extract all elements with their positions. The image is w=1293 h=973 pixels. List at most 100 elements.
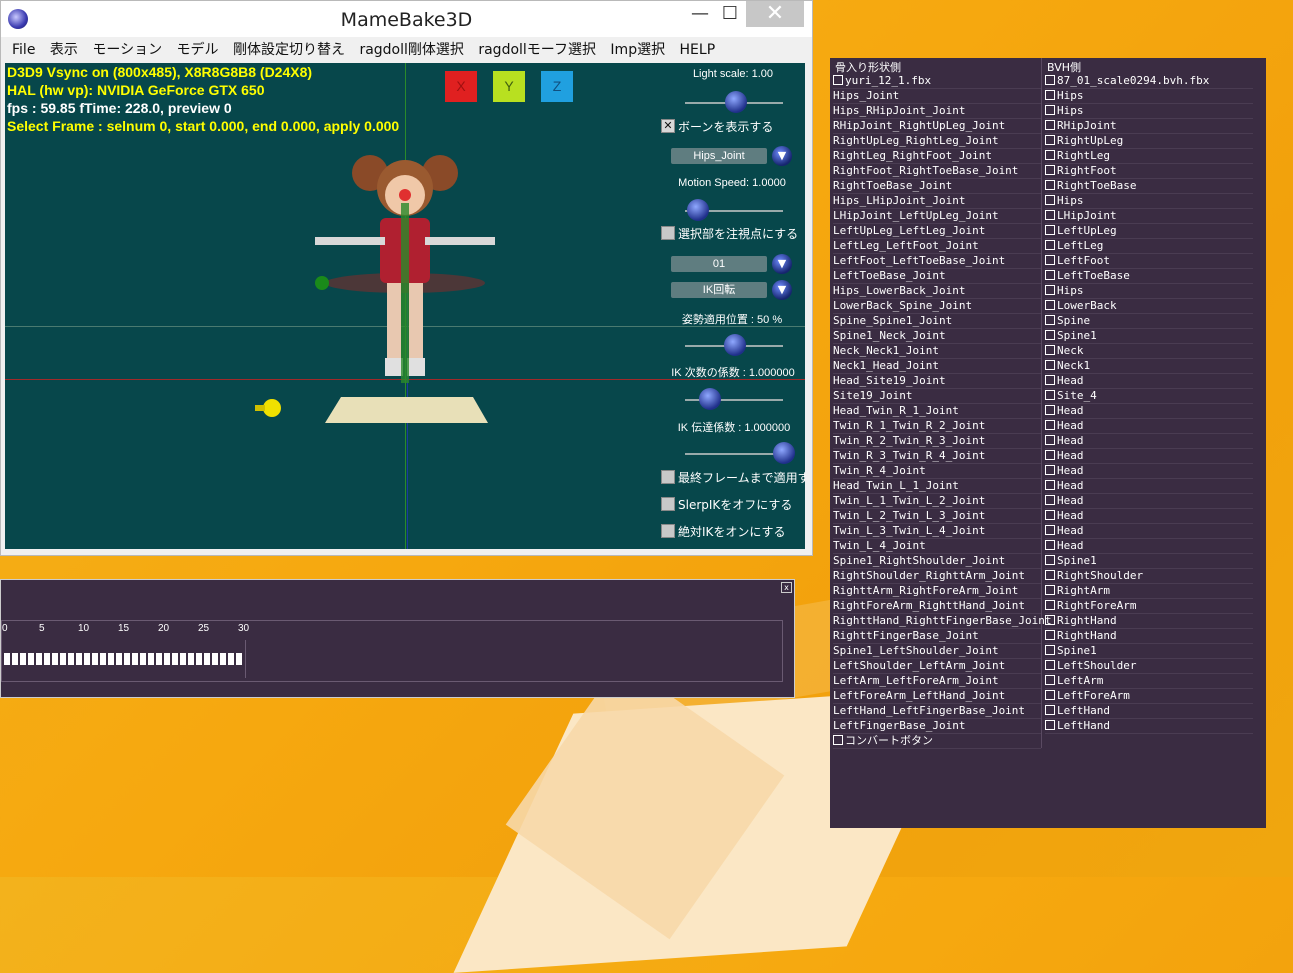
left-bone-item[interactable]: Twin_R_2_Twin_R_3_Joint: [833, 433, 1041, 449]
left-bone-item[interactable]: RighttArm_RightForeArm_Joint: [833, 583, 1041, 599]
row-checkbox[interactable]: [1045, 120, 1055, 130]
row-checkbox[interactable]: [1045, 420, 1055, 430]
right-bone-item[interactable]: RightLeg: [1045, 148, 1253, 164]
right-bone-item[interactable]: RHipJoint: [1045, 118, 1253, 134]
left-bone-item[interactable]: RHipJoint_RightUpLeg_Joint: [833, 118, 1041, 134]
axis-z-button[interactable]: Z: [541, 71, 573, 102]
row-checkbox[interactable]: [833, 75, 843, 85]
right-bone-item[interactable]: RightToeBase: [1045, 178, 1253, 194]
right-bone-item[interactable]: Head: [1045, 493, 1253, 509]
left-bone-item[interactable]: RighttHand_RighttFingerBase_Joint: [833, 613, 1052, 629]
right-bone-item[interactable]: Head: [1045, 463, 1253, 479]
right-bone-item[interactable]: Hips: [1045, 283, 1253, 299]
right-bone-item[interactable]: Head: [1045, 448, 1253, 464]
row-checkbox[interactable]: [1045, 660, 1055, 670]
right-bone-item[interactable]: RightForeArm: [1045, 598, 1253, 614]
left-bone-item[interactable]: LowerBack_Spine_Joint: [833, 298, 1041, 314]
light-scale-slider[interactable]: [725, 91, 747, 113]
row-checkbox[interactable]: [1045, 450, 1055, 460]
absolute-ik-checkbox[interactable]: [661, 524, 675, 538]
menu-motion[interactable]: モーション: [92, 39, 162, 61]
right-bone-item[interactable]: Head: [1045, 523, 1253, 539]
row-checkbox[interactable]: [1045, 225, 1055, 235]
right-bone-item[interactable]: RightArm: [1045, 583, 1253, 599]
row-checkbox[interactable]: [1045, 330, 1055, 340]
right-bone-item[interactable]: Head: [1045, 478, 1253, 494]
right-bone-item[interactable]: Head: [1045, 418, 1253, 434]
left-bone-item[interactable]: Hips_LHipJoint_Joint: [833, 193, 1041, 209]
left-bone-item[interactable]: RightForeArm_RighttHand_Joint: [833, 598, 1041, 614]
right-bone-item[interactable]: RightHand: [1045, 628, 1253, 644]
ik-mode-dropdown[interactable]: IK回転: [671, 282, 767, 298]
row-checkbox[interactable]: [1045, 345, 1055, 355]
row-checkbox[interactable]: [1045, 210, 1055, 220]
row-checkbox[interactable]: [1045, 360, 1055, 370]
right-bone-item[interactable]: LeftShoulder: [1045, 658, 1253, 674]
left-bone-item[interactable]: Hips_Joint: [833, 88, 1041, 104]
row-checkbox[interactable]: [1045, 435, 1055, 445]
left-bone-item[interactable]: LeftForeArm_LeftHand_Joint: [833, 688, 1041, 704]
row-checkbox[interactable]: [1045, 180, 1055, 190]
right-bone-item[interactable]: RightFoot: [1045, 163, 1253, 179]
right-bone-item[interactable]: Neck: [1045, 343, 1253, 359]
row-checkbox[interactable]: [1045, 645, 1055, 655]
row-checkbox[interactable]: [1045, 240, 1055, 250]
right-bone-item[interactable]: LeftUpLeg: [1045, 223, 1253, 239]
row-checkbox[interactable]: [1045, 690, 1055, 700]
left-bone-item[interactable]: RightFoot_RightToeBase_Joint: [833, 163, 1041, 179]
row-checkbox[interactable]: [1045, 105, 1055, 115]
left-bone-item[interactable]: LeftFoot_LeftToeBase_Joint: [833, 253, 1041, 269]
timeline-frame-cells[interactable]: [4, 653, 244, 665]
right-bone-item[interactable]: Spine1: [1045, 643, 1253, 659]
row-checkbox[interactable]: [1045, 135, 1055, 145]
apply-to-last-frame-checkbox[interactable]: [661, 470, 675, 484]
left-bone-item[interactable]: Twin_R_4_Joint: [833, 463, 1041, 479]
row-checkbox[interactable]: [1045, 480, 1055, 490]
pose-apply-slider[interactable]: [724, 334, 746, 356]
left-bone-item[interactable]: LeftToeBase_Joint: [833, 268, 1041, 284]
left-bone-item[interactable]: LeftHand_LeftFingerBase_Joint: [833, 703, 1041, 719]
row-checkbox[interactable]: [1045, 555, 1055, 565]
right-bone-item[interactable]: Head: [1045, 538, 1253, 554]
left-bone-item[interactable]: Hips_RHipJoint_Joint: [833, 103, 1041, 119]
right-bone-item[interactable]: LeftLeg: [1045, 238, 1253, 254]
close-button[interactable]: ✕: [746, 1, 804, 27]
row-checkbox[interactable]: [1045, 285, 1055, 295]
left-bone-item[interactable]: LeftShoulder_LeftArm_Joint: [833, 658, 1041, 674]
row-checkbox[interactable]: [1045, 720, 1055, 730]
row-checkbox[interactable]: [1045, 675, 1055, 685]
row-checkbox[interactable]: [1045, 630, 1055, 640]
right-bone-item[interactable]: LHipJoint: [1045, 208, 1253, 224]
menu-ragdoll-rigid[interactable]: ragdoll剛体選択: [359, 39, 463, 61]
left-bone-item[interactable]: Spine1_Neck_Joint: [833, 328, 1041, 344]
bone-handle[interactable]: [315, 276, 329, 290]
row-checkbox[interactable]: [1045, 705, 1055, 715]
right-bone-item[interactable]: RightUpLeg: [1045, 133, 1253, 149]
row-checkbox[interactable]: [1045, 615, 1055, 625]
right-bone-item[interactable]: Head: [1045, 433, 1253, 449]
row-checkbox[interactable]: [1045, 270, 1055, 280]
left-bone-item[interactable]: Site19_Joint: [833, 388, 1041, 404]
title-bar[interactable]: MameBake3D — ☐ ✕: [1, 1, 812, 37]
left-bone-item[interactable]: RightToeBase_Joint: [833, 178, 1041, 194]
motion-speed-slider[interactable]: [687, 199, 709, 221]
row-checkbox[interactable]: [1045, 150, 1055, 160]
right-bone-item[interactable]: LeftForeArm: [1045, 688, 1253, 704]
slerp-off-checkbox[interactable]: [661, 497, 675, 511]
menu-model[interactable]: モデル: [177, 39, 219, 61]
left-bone-item[interactable]: Spine1_RightShoulder_Joint: [833, 553, 1041, 569]
right-bone-item[interactable]: Hips: [1045, 103, 1253, 119]
right-bone-item[interactable]: Head: [1045, 373, 1253, 389]
right-bone-item[interactable]: LeftHand: [1045, 718, 1253, 734]
left-bone-item[interactable]: RightShoulder_RighttArm_Joint: [833, 568, 1041, 584]
left-bone-item[interactable]: LeftArm_LeftForeArm_Joint: [833, 673, 1041, 689]
row-checkbox[interactable]: [1045, 540, 1055, 550]
axis-y-button[interactable]: Y: [493, 71, 525, 102]
ik-mode-dropdown-arrow-icon[interactable]: ▼: [772, 280, 792, 300]
right-bone-item[interactable]: Site_4: [1045, 388, 1253, 404]
right-bone-item[interactable]: LowerBack: [1045, 298, 1253, 314]
left-bone-item[interactable]: Spine1_LeftShoulder_Joint: [833, 643, 1041, 659]
ik-order-coef-slider[interactable]: [699, 388, 721, 410]
show-bones-checkbox[interactable]: ✕: [661, 119, 675, 133]
maximize-button[interactable]: ☐: [712, 1, 748, 27]
